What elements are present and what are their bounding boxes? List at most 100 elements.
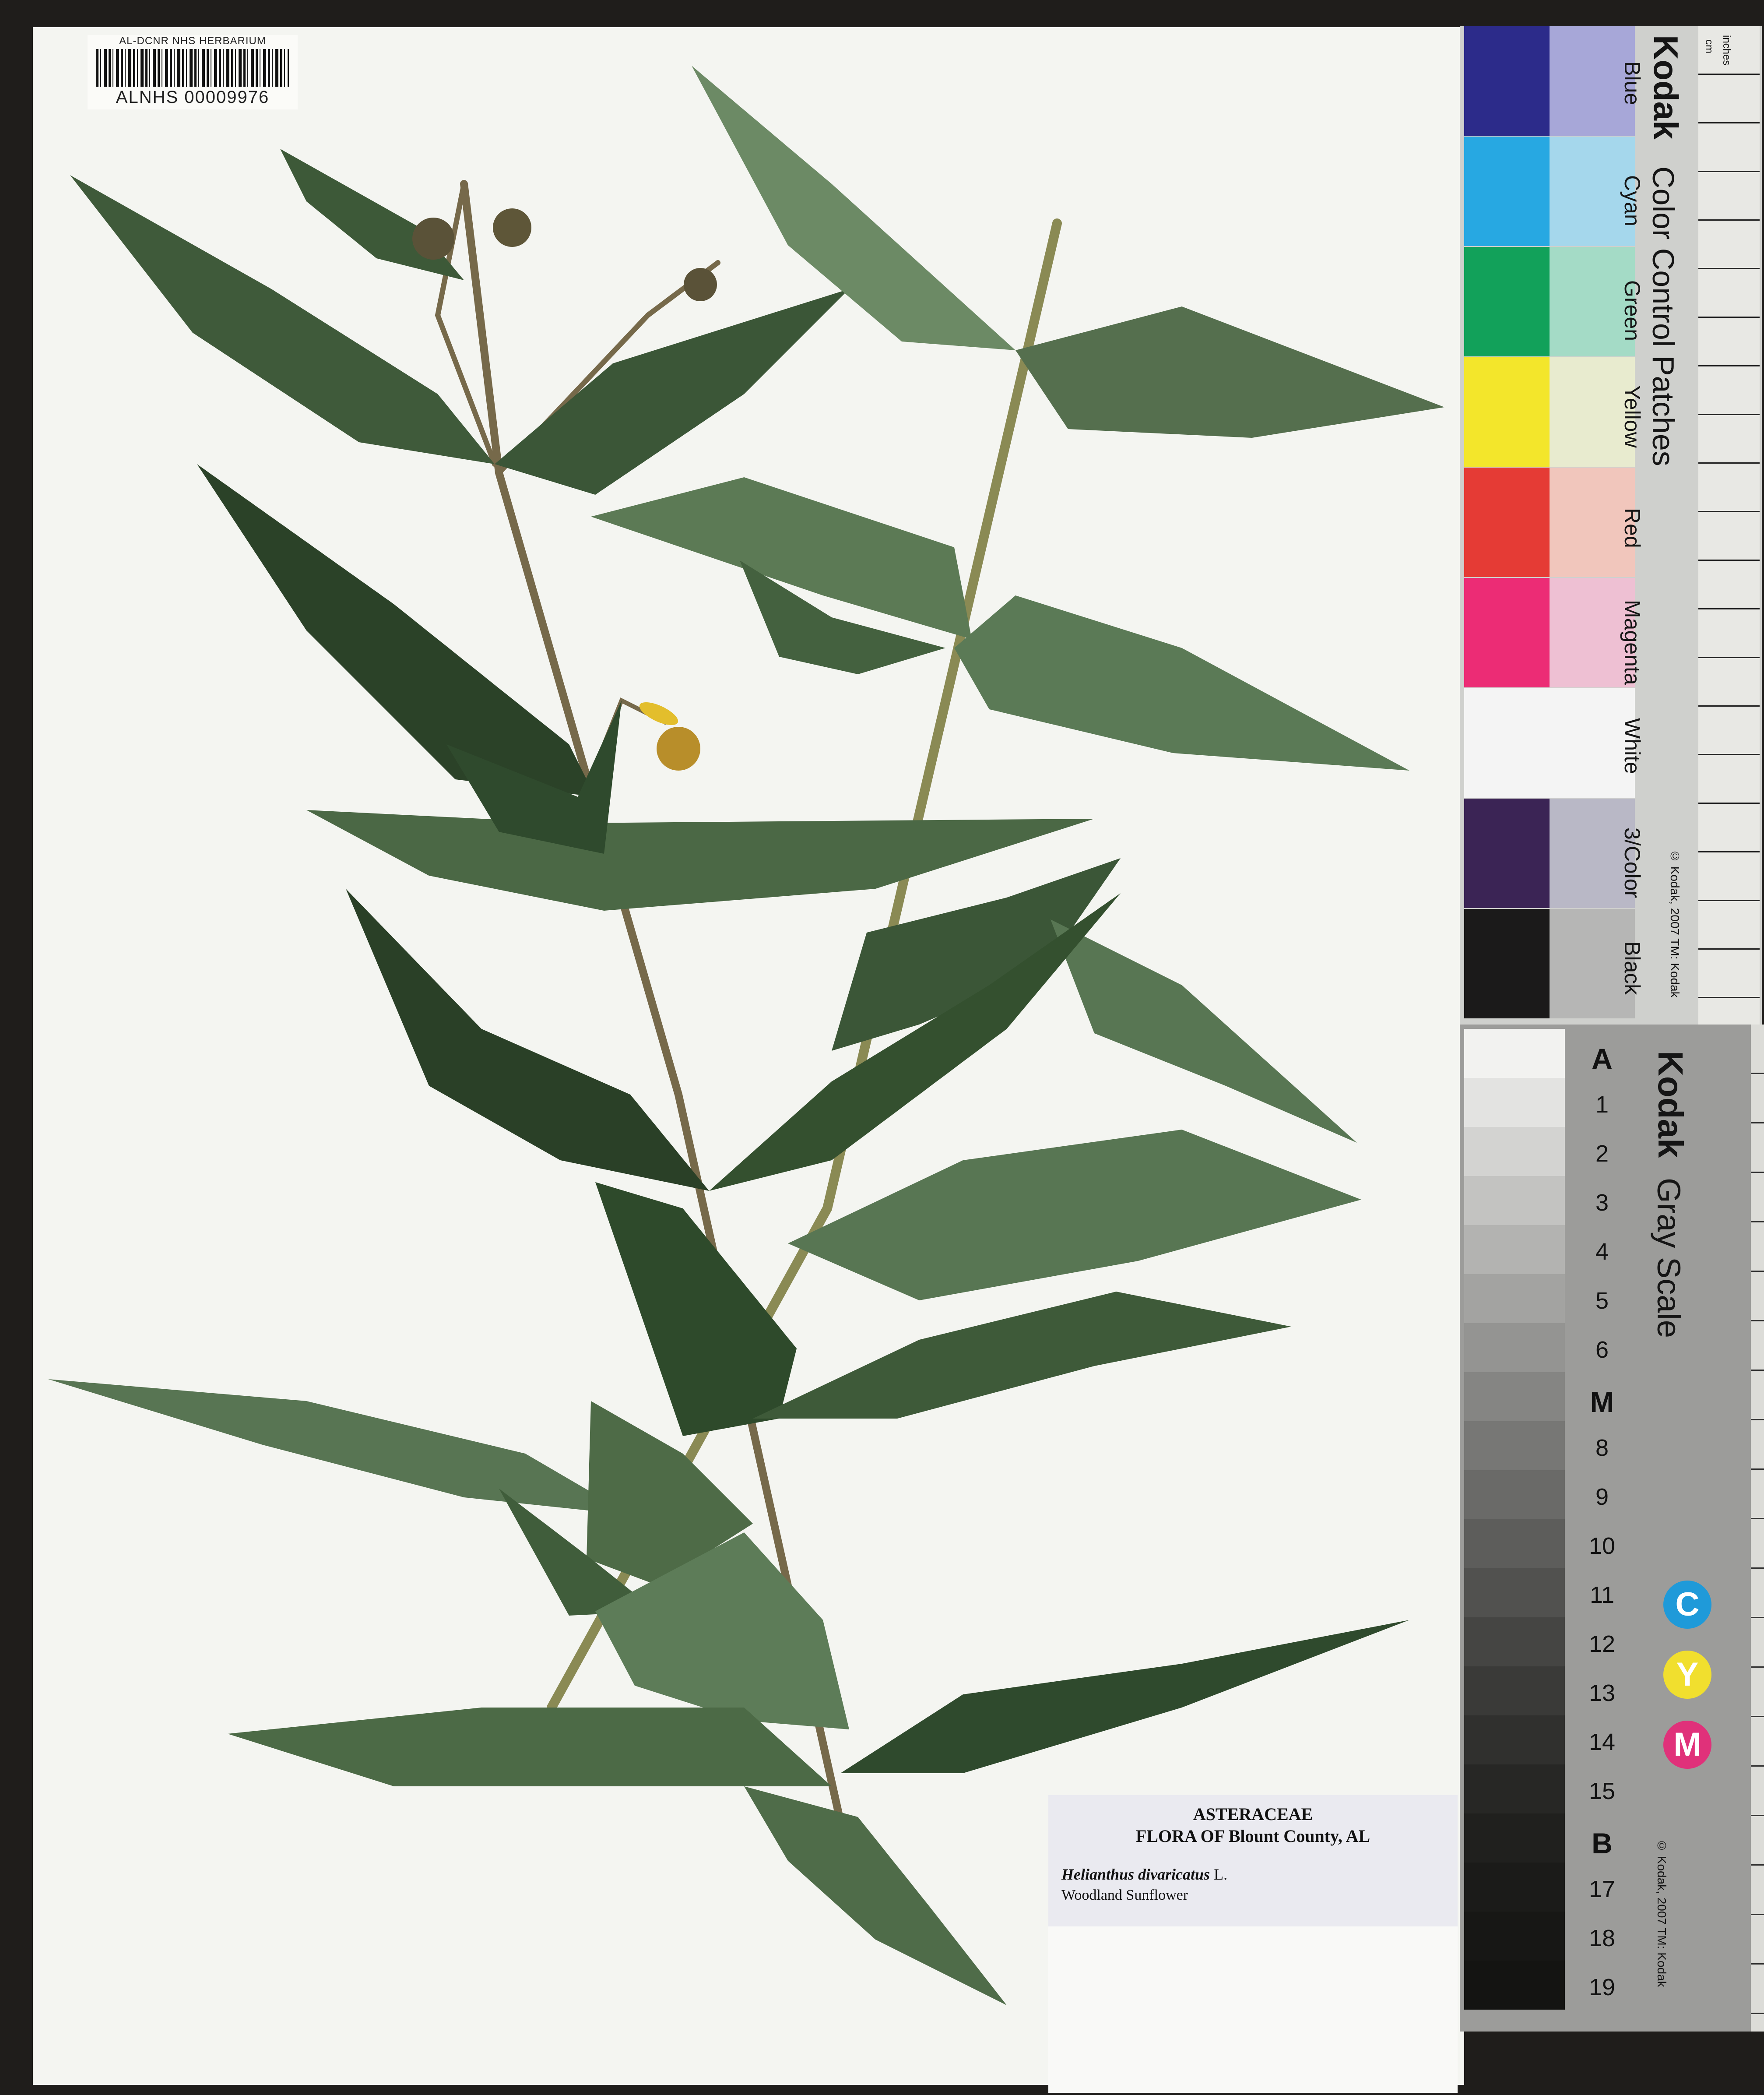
leaf	[788, 1130, 1361, 1300]
patch-red	[1464, 468, 1550, 577]
gray-step-label: 17	[1588, 1876, 1616, 1902]
leaves	[48, 66, 1444, 2005]
gray-step-label: 9	[1595, 1484, 1609, 1510]
label-red: Red	[1620, 508, 1645, 548]
flower-head	[657, 727, 700, 771]
flora-title: FLORA OF Blount County, AL	[1135, 1826, 1370, 1846]
gray-step-label: 18	[1588, 1925, 1616, 1951]
patch-cyan	[1464, 137, 1550, 246]
gray-step	[1464, 1176, 1565, 1225]
gray-step-label: B	[1592, 1827, 1613, 1859]
cm-inch-ruler: inches cm	[1698, 26, 1760, 1025]
leaf	[48, 1379, 630, 1515]
plant-specimen	[48, 66, 1444, 2005]
patch-black	[1464, 909, 1550, 1018]
family-name: ASTERACEAE	[1193, 1804, 1313, 1824]
label-cyan: Cyan	[1620, 175, 1645, 226]
leaf	[954, 595, 1409, 771]
leaf	[197, 464, 595, 797]
gray-step	[1464, 1274, 1565, 1323]
gray-step-label: 14	[1588, 1729, 1616, 1755]
leaf	[1051, 919, 1357, 1143]
gray-step-label: 19	[1588, 1974, 1616, 2000]
cyan-dot: C	[1663, 1581, 1711, 1629]
leaf	[753, 1292, 1291, 1419]
leaf	[228, 1708, 832, 1786]
species-name: Helianthus divaricatus	[1061, 1866, 1210, 1883]
gray-card-title: Gray Scale	[1651, 1178, 1687, 1338]
leaf	[840, 1620, 1409, 1773]
species-author: L.	[1214, 1866, 1228, 1883]
gray-step-label: 12	[1588, 1631, 1616, 1657]
flower-bud	[493, 208, 531, 247]
gray-step	[1464, 1912, 1565, 1961]
patch-green	[1464, 247, 1550, 356]
patch-magenta	[1464, 578, 1550, 687]
leaf	[306, 810, 1094, 911]
gray-step-label: 11	[1589, 1582, 1615, 1608]
gray-step	[1464, 1078, 1565, 1127]
common-name: Woodland Sunflower	[1061, 1887, 1188, 1903]
gray-step	[1464, 1764, 1565, 1813]
specimen-label: ASTERACEAE FLORA OF Blount County, AL He…	[1048, 1795, 1458, 2093]
leaf	[346, 889, 709, 1191]
label-green: Green	[1620, 280, 1645, 341]
gray-step	[1464, 1421, 1565, 1470]
ruler-unit-inches: inches	[1721, 35, 1732, 66]
gray-step	[1464, 1127, 1565, 1176]
flower-bud	[412, 218, 454, 260]
gray-step	[1464, 1715, 1565, 1764]
label-blue: Blue	[1620, 61, 1645, 106]
gray-step	[1464, 1568, 1565, 1617]
gray-step-label: 1	[1595, 1092, 1609, 1118]
leaf	[1016, 306, 1444, 438]
color-card-copyright: © Kodak, 2007 TM: Kodak	[1668, 849, 1682, 998]
leaf	[495, 289, 849, 495]
gray-step	[1464, 1225, 1565, 1274]
gray-step-label: 10	[1588, 1533, 1616, 1559]
gray-step-label: 15	[1588, 1778, 1616, 1804]
gray-step-label: 2	[1595, 1141, 1609, 1167]
species-line: Helianthus divaricatus L.	[1061, 1865, 1227, 1884]
magenta-dot: M	[1663, 1721, 1711, 1769]
gray-card-ruler	[1751, 1025, 1764, 2032]
label-black: Black	[1620, 941, 1645, 995]
flower-bud	[684, 268, 717, 301]
patch-white	[1464, 688, 1550, 798]
color-card-brand: Kodak	[1647, 35, 1685, 140]
yellow-dot: Y	[1663, 1651, 1711, 1699]
patch-blue	[1464, 26, 1550, 136]
label-magenta: Magenta	[1620, 600, 1645, 685]
color-card-labels: Kodak Color Control Patches Blue Cyan Gr…	[1620, 35, 1685, 1020]
gray-step-label: 8	[1595, 1435, 1609, 1461]
ruler-unit-cm: cm	[1703, 39, 1715, 53]
color-card-title: Color Control Patches	[1646, 166, 1680, 466]
gray-step	[1464, 1617, 1565, 1666]
gray-step	[1464, 1961, 1565, 2010]
patch-yellow	[1464, 357, 1550, 467]
gray-step-label: 13	[1588, 1680, 1616, 1706]
gray-step	[1464, 1666, 1565, 1715]
gray-step	[1464, 1519, 1565, 1568]
leaf	[692, 66, 1016, 350]
gray-step	[1464, 1323, 1565, 1372]
gray-step	[1464, 1372, 1565, 1421]
gray-step-label: A	[1592, 1042, 1613, 1075]
label-white: White	[1620, 718, 1645, 774]
label-3color: 3/Color	[1620, 827, 1645, 898]
patch-3color	[1464, 799, 1550, 908]
gray-step	[1464, 1470, 1565, 1519]
gray-step-label: 6	[1595, 1337, 1609, 1363]
gray-step	[1464, 1863, 1565, 1912]
gray-step-label: M	[1590, 1386, 1614, 1418]
gray-step-label: 3	[1595, 1190, 1609, 1216]
gray-step-label: 4	[1595, 1239, 1609, 1265]
leaf	[744, 1786, 1007, 2005]
label-yellow: Yellow	[1620, 385, 1645, 448]
gray-card-brand: Kodak	[1651, 1051, 1690, 1158]
gray-step-label: 5	[1595, 1288, 1609, 1314]
gray-card-copyright: © Kodak, 2007 TM: Kodak	[1655, 1839, 1669, 1987]
gray-step	[1464, 1029, 1565, 1078]
gray-step	[1464, 1813, 1565, 1863]
leaf	[280, 149, 464, 280]
